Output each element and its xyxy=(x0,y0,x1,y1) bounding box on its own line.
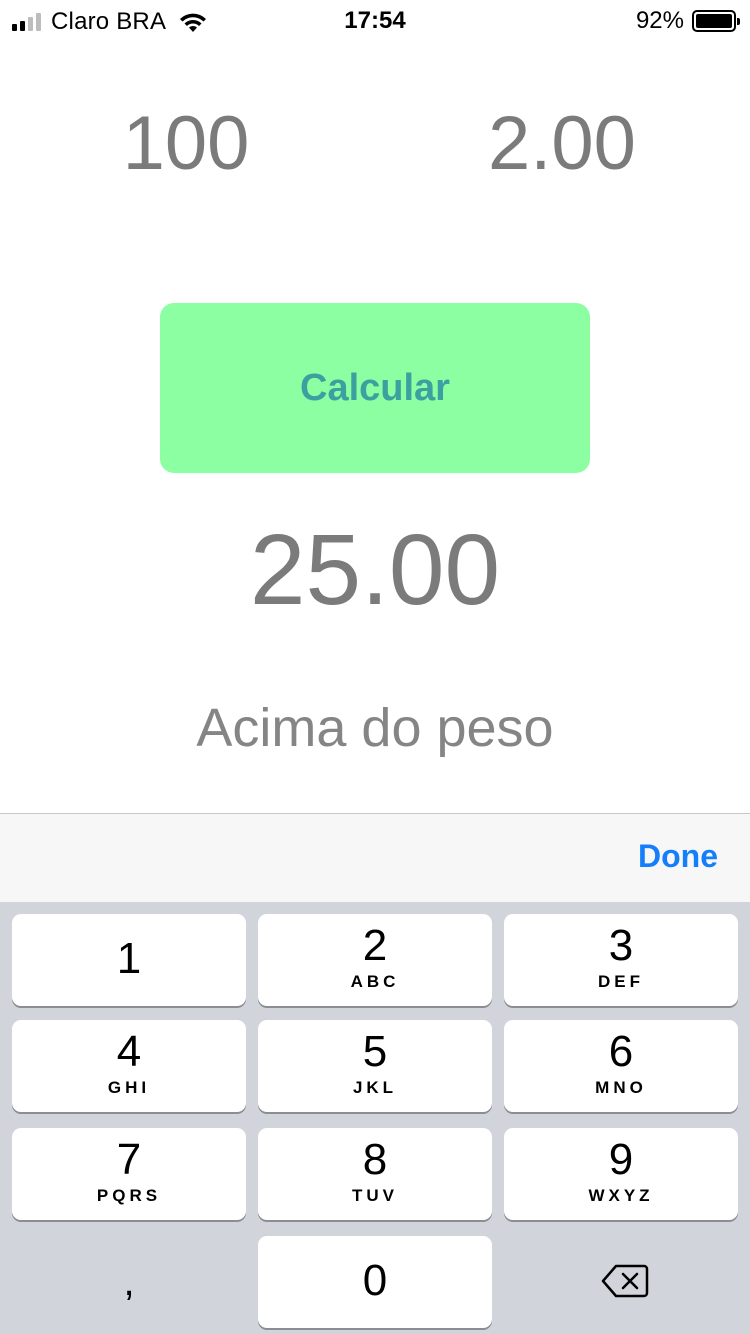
battery-percent: 92% xyxy=(635,7,684,34)
key-number: 0 xyxy=(362,1256,388,1305)
height-input[interactable]: 2.00 xyxy=(442,92,682,196)
key-number: 9 xyxy=(608,1135,634,1184)
key-number: 6 xyxy=(608,1027,634,1076)
decimal-key[interactable]: , xyxy=(12,1236,246,1328)
cellular-signal-icon xyxy=(12,13,41,31)
key-4[interactable]: 4 GHI xyxy=(12,1020,246,1112)
calculate-button[interactable]: Calcular xyxy=(160,303,590,473)
key-number: 5 xyxy=(362,1027,388,1076)
calculate-button-label: Calcular xyxy=(300,366,450,409)
key-letters: DEF xyxy=(598,972,644,991)
done-button[interactable]: Done xyxy=(638,838,718,875)
key-letters: TUV xyxy=(352,1186,398,1205)
key-3[interactable]: 3 DEF xyxy=(504,914,738,1006)
status-right: 92% xyxy=(635,7,740,35)
key-number: 2 xyxy=(362,921,388,970)
carrier-name: Claro BRA xyxy=(51,8,167,35)
key-0[interactable]: 0 xyxy=(258,1236,492,1328)
status-left: Claro BRA xyxy=(12,8,208,36)
key-number: 8 xyxy=(362,1135,388,1184)
key-letters: GHI xyxy=(107,1078,151,1097)
key-6[interactable]: 6 MNO xyxy=(504,1020,738,1112)
bmi-classification-label: Acima do peso xyxy=(196,698,554,758)
battery-icon xyxy=(692,10,740,32)
bmi-result-value: 25.00 xyxy=(249,514,501,626)
bmi-calculator-screen: Claro BRA 17:54 92% 100 2.00 Calcular 25… xyxy=(0,0,750,1334)
key-letters: WXYZ xyxy=(588,1186,654,1205)
key-9[interactable]: 9 WXYZ xyxy=(504,1128,738,1220)
decimal-key-label: , xyxy=(123,1260,135,1304)
key-letters: ABC xyxy=(350,972,400,991)
key-number: 7 xyxy=(116,1135,142,1184)
key-1[interactable]: 1 xyxy=(12,914,246,1006)
delete-backspace-icon xyxy=(601,1264,649,1298)
key-5[interactable]: 5 JKL xyxy=(258,1020,492,1112)
key-number: 1 xyxy=(116,934,142,983)
wifi-icon xyxy=(180,13,207,32)
key-2[interactable]: 2 ABC xyxy=(258,914,492,1006)
key-letters: PQRS xyxy=(96,1186,162,1205)
key-letters: JKL xyxy=(352,1078,398,1097)
delete-key[interactable] xyxy=(504,1236,738,1328)
key-8[interactable]: 8 TUV xyxy=(258,1128,492,1220)
key-number: 3 xyxy=(608,921,634,970)
status-bar: Claro BRA 17:54 92% xyxy=(0,0,750,40)
keyboard-accessory-bar: Done xyxy=(0,813,750,902)
key-letters: MNO xyxy=(595,1078,647,1097)
numeric-keypad: 1 2 ABC 3 DEF 4 GHI 5 JKL 6 MNO 7 PQRS 8… xyxy=(0,902,750,1334)
key-7[interactable]: 7 PQRS xyxy=(12,1128,246,1220)
key-number: 4 xyxy=(116,1027,142,1076)
weight-input[interactable]: 100 xyxy=(66,92,306,196)
